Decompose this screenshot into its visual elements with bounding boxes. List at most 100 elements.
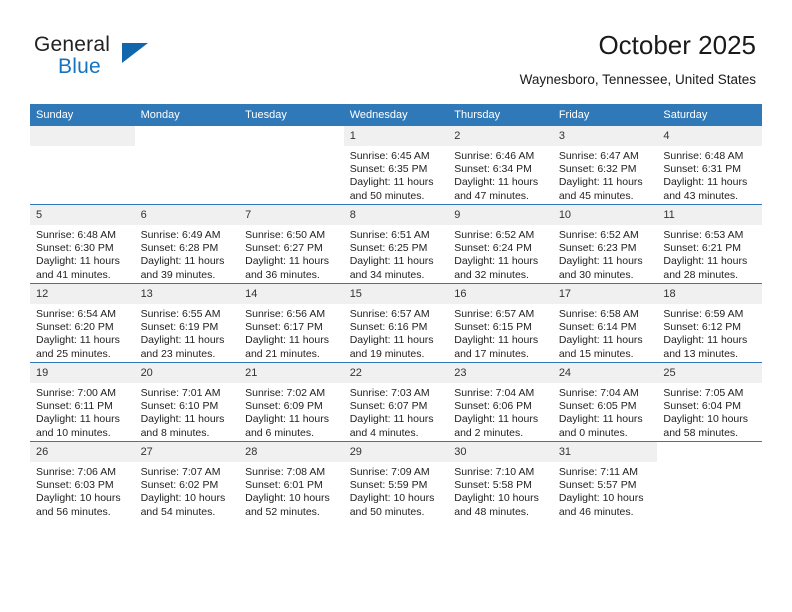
day-number: 25 xyxy=(657,363,762,383)
sunset-text: Sunset: 6:06 PM xyxy=(454,400,532,413)
sunset-text: Sunset: 6:12 PM xyxy=(663,321,742,334)
day-info: Sunrise: 7:07 AM Sunset: 6:02 PM Daylight:… xyxy=(135,462,240,519)
calendar-day-cell[interactable]: 20 Sunrise: 7:01 AM Sunset: 6:10 PM Dayligh… xyxy=(134,362,240,442)
sunset-text: Sunset: 6:04 PM xyxy=(663,400,742,413)
sunrise-text: Sunrise: 6:56 AM xyxy=(245,308,326,320)
calendar-day-cell[interactable]: 29 Sunrise: 7:09 AM Sunset: 5:59 PM Dayligh… xyxy=(343,441,449,520)
sunset-text: Sunset: 5:58 PM xyxy=(454,479,532,492)
sunset-text: Sunset: 6:20 PM xyxy=(36,321,114,334)
calendar-day-cell[interactable]: 23 Sunrise: 7:04 AM Sunset: 6:06 PM Dayligh… xyxy=(448,362,553,442)
daylight-line2-text: and 10 minutes. xyxy=(36,426,111,439)
calendar-day-cell[interactable]: 28 Sunrise: 7:08 AM Sunset: 6:01 PM Dayligh… xyxy=(239,441,344,520)
sunset-text: Sunset: 6:19 PM xyxy=(140,321,219,334)
calendar-day-cell[interactable]: 25 Sunrise: 7:05 AM Sunset: 6:04 PM Dayligh… xyxy=(657,362,762,442)
triangle-logo-icon xyxy=(122,43,148,63)
daylight-line2-text: and 25 minutes. xyxy=(36,347,111,360)
calendar-day-cell[interactable]: 3 Sunrise: 6:47 AM Sunset: 6:32 PM Daylight… xyxy=(552,126,658,205)
weekday-header-monday: Monday xyxy=(134,104,240,126)
calendar-day-cell[interactable]: 15 Sunrise: 6:57 AM Sunset: 6:16 PM Dayligh… xyxy=(343,283,449,363)
day-info: Sunrise: 7:00 AM Sunset: 6:11 PM Daylight:… xyxy=(30,383,135,440)
daylight-line2-text: and 8 minutes. xyxy=(140,426,210,439)
brand-logo[interactable]: General Blue xyxy=(34,33,214,83)
calendar-day-cell[interactable]: 17 Sunrise: 6:58 AM Sunset: 6:14 PM Dayligh… xyxy=(552,283,658,363)
calendar-day-cell[interactable]: 5 Sunrise: 6:48 AM Sunset: 6:30 PM Daylight… xyxy=(30,204,135,284)
calendar-day-cell[interactable]: 24 Sunrise: 7:04 AM Sunset: 6:05 PM Dayligh… xyxy=(552,362,658,442)
brand-name-blue: Blue xyxy=(58,55,101,78)
calendar-cell-empty xyxy=(239,126,344,205)
daylight-line1-text: Daylight: 11 hours xyxy=(349,176,434,189)
calendar-day-cell[interactable]: 4 Sunrise: 6:48 AM Sunset: 6:31 PM Daylight… xyxy=(657,126,762,205)
location-subtitle: Waynesboro, Tennessee, United States xyxy=(519,72,756,87)
day-number: 2 xyxy=(448,126,553,146)
calendar-day-cell[interactable]: 8 Sunrise: 6:51 AM Sunset: 6:25 PM Daylight… xyxy=(343,204,449,284)
calendar-day-cell[interactable]: 16 Sunrise: 6:57 AM Sunset: 6:15 PM Dayligh… xyxy=(448,283,553,363)
daylight-line2-text: and 47 minutes. xyxy=(454,189,529,202)
daylight-line2-text: and 13 minutes. xyxy=(663,347,739,360)
calendar-day-cell[interactable]: 12 Sunrise: 6:54 AM Sunset: 6:20 PM Dayligh… xyxy=(30,283,135,363)
sunset-text: Sunset: 6:28 PM xyxy=(140,242,219,255)
daylight-line1-text: Daylight: 11 hours xyxy=(349,334,434,347)
calendar-day-cell[interactable]: 7 Sunrise: 6:50 AM Sunset: 6:27 PM Daylight… xyxy=(239,204,344,284)
calendar-day-cell[interactable]: 19 Sunrise: 7:00 AM Sunset: 6:11 PM Dayligh… xyxy=(30,362,135,442)
daylight-line1-text: Daylight: 11 hours xyxy=(140,255,225,268)
calendar-day-cell[interactable]: 27 Sunrise: 7:07 AM Sunset: 6:02 PM Dayligh… xyxy=(134,441,240,520)
day-number xyxy=(30,126,135,146)
sunset-text: Sunset: 6:15 PM xyxy=(454,321,532,334)
day-number xyxy=(135,126,240,146)
calendar-day-cell[interactable]: 6 Sunrise: 6:49 AM Sunset: 6:28 PM Daylight… xyxy=(134,204,240,284)
day-info: Sunrise: 7:02 AM Sunset: 6:09 PM Daylight:… xyxy=(239,383,344,440)
calendar-day-cell[interactable]: 31 Sunrise: 7:11 AM Sunset: 5:57 PM Dayligh… xyxy=(552,441,658,520)
sunrise-text: Sunrise: 7:09 AM xyxy=(349,466,430,478)
daylight-line2-text: and 15 minutes. xyxy=(558,347,634,360)
day-number: 19 xyxy=(30,363,135,383)
sunrise-text: Sunrise: 6:55 AM xyxy=(140,308,221,320)
day-info: Sunrise: 6:58 AM Sunset: 6:14 PM Daylight:… xyxy=(553,304,658,361)
daylight-line1-text: Daylight: 11 hours xyxy=(558,334,643,347)
calendar-day-cell[interactable]: 14 Sunrise: 6:56 AM Sunset: 6:17 PM Dayligh… xyxy=(239,283,344,363)
sunset-text: Sunset: 6:31 PM xyxy=(663,163,742,176)
day-info: Sunrise: 6:48 AM Sunset: 6:31 PM Daylight:… xyxy=(657,146,762,203)
calendar-day-cell[interactable]: 9 Sunrise: 6:52 AM Sunset: 6:24 PM Daylight… xyxy=(448,204,553,284)
sunrise-text: Sunrise: 6:53 AM xyxy=(663,229,744,241)
day-info: Sunrise: 6:57 AM Sunset: 6:15 PM Daylight:… xyxy=(448,304,553,361)
sunrise-text: Sunrise: 7:01 AM xyxy=(140,387,221,399)
calendar-day-cell[interactable]: 30 Sunrise: 7:10 AM Sunset: 5:58 PM Dayligh… xyxy=(448,441,553,520)
daylight-line1-text: Daylight: 11 hours xyxy=(663,334,748,347)
sunrise-text: Sunrise: 6:51 AM xyxy=(349,229,430,241)
day-info: Sunrise: 7:09 AM Sunset: 5:59 PM Daylight:… xyxy=(344,462,449,519)
daylight-line2-text: and 32 minutes. xyxy=(454,268,529,281)
calendar-day-cell[interactable]: 10 Sunrise: 6:52 AM Sunset: 6:23 PM Dayligh… xyxy=(552,204,658,284)
sunset-text: Sunset: 6:01 PM xyxy=(245,479,323,492)
sunset-text: Sunset: 6:09 PM xyxy=(245,400,323,413)
calendar-day-cell[interactable]: 21 Sunrise: 7:02 AM Sunset: 6:09 PM Dayligh… xyxy=(239,362,344,442)
sunrise-text: Sunrise: 7:00 AM xyxy=(36,387,116,399)
calendar-week-row: 26 Sunrise: 7:06 AM Sunset: 6:03 PM Dayligh… xyxy=(30,441,762,520)
calendar-day-cell[interactable]: 26 Sunrise: 7:06 AM Sunset: 6:03 PM Dayligh… xyxy=(30,441,135,520)
weekday-header-thursday: Thursday xyxy=(448,104,553,126)
sunrise-sunset-calendar: Sunday Monday Tuesday Wednesday Thursday Frid… xyxy=(30,104,762,520)
weekday-header-tuesday: Tuesday xyxy=(239,104,344,126)
calendar-day-cell[interactable]: 18 Sunrise: 6:59 AM Sunset: 6:12 PM Dayligh… xyxy=(657,283,762,363)
calendar-day-cell[interactable]: 1 Sunrise: 6:45 AM Sunset: 6:35 PM Daylight… xyxy=(343,126,449,205)
day-number: 5 xyxy=(30,205,135,225)
day-number: 13 xyxy=(134,284,240,304)
daylight-line2-text: and 58 minutes. xyxy=(663,426,739,439)
weekday-header-saturday: Saturday xyxy=(657,104,762,126)
day-info: Sunrise: 6:55 AM Sunset: 6:19 PM Daylight:… xyxy=(135,304,240,361)
daylight-line2-text: and 50 minutes. xyxy=(349,189,425,202)
day-info: Sunrise: 6:54 AM Sunset: 6:20 PM Daylight:… xyxy=(30,304,135,361)
day-number: 4 xyxy=(657,126,762,146)
day-number: 8 xyxy=(343,205,449,225)
day-number: 16 xyxy=(448,284,553,304)
day-info: Sunrise: 7:04 AM Sunset: 6:05 PM Daylight:… xyxy=(553,383,658,440)
calendar-day-cell[interactable]: 2 Sunrise: 6:46 AM Sunset: 6:34 PM Daylight… xyxy=(448,126,553,205)
day-number xyxy=(657,442,762,462)
sunset-text: Sunset: 6:23 PM xyxy=(558,242,637,255)
day-number: 9 xyxy=(448,205,553,225)
calendar-day-cell[interactable]: 11 Sunrise: 6:53 AM Sunset: 6:21 PM Dayligh… xyxy=(657,204,762,284)
calendar-day-cell[interactable]: 13 Sunrise: 6:55 AM Sunset: 6:19 PM Dayligh… xyxy=(134,283,240,363)
sunrise-text: Sunrise: 6:52 AM xyxy=(558,229,639,241)
daylight-line2-text: and 17 minutes. xyxy=(454,347,529,360)
calendar-day-cell[interactable]: 22 Sunrise: 7:03 AM Sunset: 6:07 PM Dayligh… xyxy=(343,362,449,442)
daylight-line2-text: and 21 minutes. xyxy=(245,347,320,360)
